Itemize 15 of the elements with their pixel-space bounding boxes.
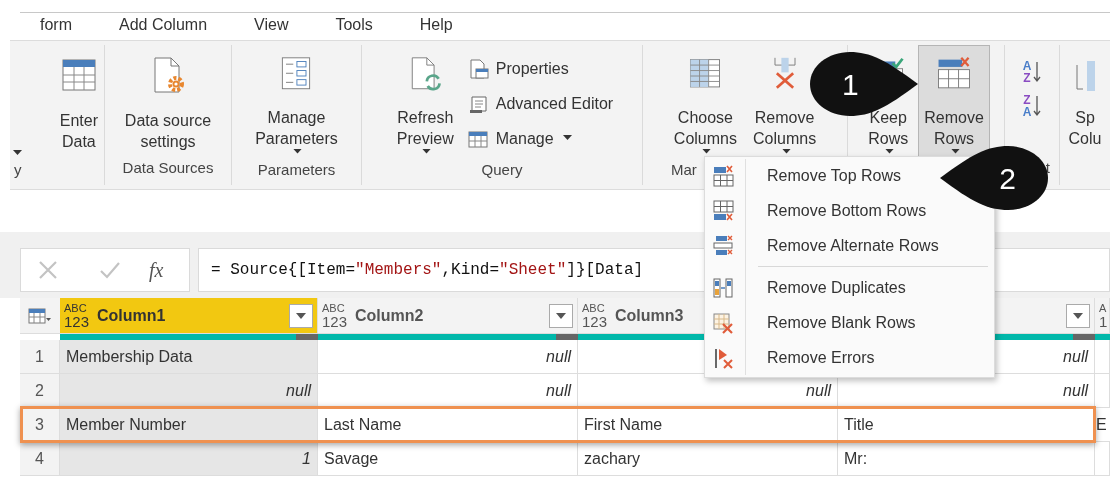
column-name: Column2 xyxy=(355,305,424,326)
row-number: 4 xyxy=(20,442,60,475)
table-cell: null xyxy=(60,374,318,407)
group-label: Parameters xyxy=(257,161,336,178)
group-label: t xyxy=(1045,159,1050,177)
column-name: Column1 xyxy=(97,305,166,326)
row-number: 2 xyxy=(20,374,60,407)
table-cell: Membership Data xyxy=(60,340,318,373)
table-cell: 1 xyxy=(60,442,318,475)
group-label: y xyxy=(14,161,22,178)
column-name: Column3 xyxy=(615,305,684,326)
group-label: Query xyxy=(481,161,523,178)
group-label: Data Sources xyxy=(122,159,214,177)
group-label: Mar xyxy=(671,161,697,178)
row-number: 1 xyxy=(20,340,60,373)
